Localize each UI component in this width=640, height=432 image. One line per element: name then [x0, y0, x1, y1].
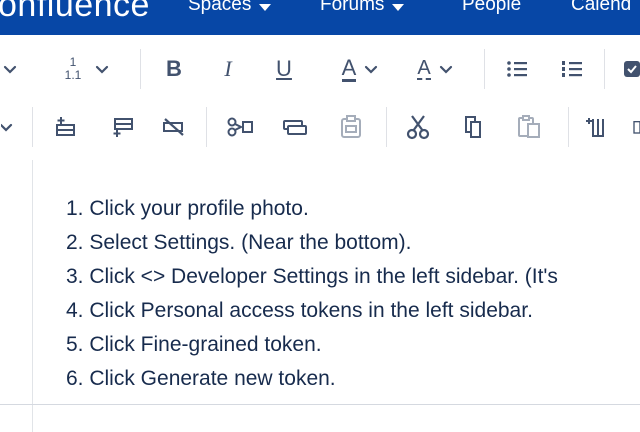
- list-item: 3. Click <> Developer Settings in the le…: [66, 265, 558, 288]
- cut-button[interactable]: [402, 109, 434, 145]
- chevron-down-icon: [259, 3, 272, 11]
- underline-button[interactable]: U: [268, 51, 300, 87]
- copy-icon: [465, 116, 481, 138]
- insert-row-after-button[interactable]: [104, 109, 138, 145]
- bold-icon: B: [166, 56, 182, 81]
- nav-people[interactable]: People: [462, 0, 521, 16]
- line-spacing-dropdown[interactable]: 1 1.1: [52, 51, 122, 87]
- toolbar-divider: [206, 107, 207, 147]
- clear-formatting-dropdown[interactable]: A: [404, 51, 466, 87]
- list-item: 5. Click Fine-grained token.: [66, 333, 322, 356]
- list-item: 6. Click Generate new token.: [66, 367, 336, 390]
- list-item: 2. Select Settings. (Near the bottom).: [66, 231, 412, 254]
- bold-button[interactable]: B: [158, 51, 190, 87]
- numbered-list-icon: [562, 61, 582, 77]
- text-color-icon: A: [341, 54, 357, 82]
- toolbar-divider: [386, 107, 387, 147]
- delete-column-button[interactable]: [582, 109, 614, 145]
- brand-logo-text[interactable]: onfluence: [0, 0, 150, 25]
- line-spacing-icon: 1 1.1: [65, 56, 82, 82]
- toolbar-divider: [604, 49, 605, 89]
- delete-row-button[interactable]: [158, 109, 190, 145]
- table-cell-border: [32, 160, 33, 432]
- list-item: 1. Click your profile photo.: [66, 197, 309, 220]
- more-tools-button[interactable]: [632, 109, 640, 145]
- chevron-down-icon: [392, 3, 405, 11]
- italic-icon: I: [224, 56, 232, 81]
- copy-row-button[interactable]: [278, 109, 312, 145]
- paragraph-style-dropdown[interactable]: [0, 51, 20, 87]
- table-insert-row-after-icon: [113, 118, 133, 137]
- table-insert-row-before-icon: [56, 117, 75, 136]
- editor-content-area[interactable]: 1. Click your profile photo. 2. Select S…: [0, 160, 640, 432]
- toolbar-divider: [140, 49, 141, 89]
- chevron-down-icon: [365, 65, 378, 74]
- clear-formatting-icon: A: [417, 57, 431, 80]
- chevron-down-icon: [3, 65, 17, 74]
- task-list-icon: [624, 61, 640, 77]
- chevron-down-icon: [96, 65, 109, 74]
- table-options-dropdown[interactable]: [0, 109, 14, 145]
- cut-row-button[interactable]: [222, 109, 258, 145]
- instructions-list[interactable]: 1. Click your profile photo. 2. Select S…: [66, 192, 558, 396]
- nav-forums[interactable]: Forums: [320, 0, 405, 16]
- copy-button[interactable]: [458, 109, 488, 145]
- insert-row-before-button[interactable]: [50, 109, 80, 145]
- nav-calendars[interactable]: Calend: [571, 0, 631, 16]
- toolbar-divider: [568, 107, 569, 147]
- underline-icon: U: [276, 56, 292, 81]
- delete-column-icon: [586, 118, 604, 137]
- bullet-list-button[interactable]: [502, 51, 532, 87]
- bullet-list-icon: [507, 61, 527, 77]
- italic-button[interactable]: I: [212, 51, 244, 87]
- paste-row-button[interactable]: [334, 109, 368, 145]
- nav-forums-label: Forums: [320, 0, 385, 15]
- table-row-border: [0, 404, 640, 405]
- nav-people-label: People: [462, 0, 522, 15]
- chevron-down-icon: [1, 123, 13, 132]
- toolbar-divider: [484, 49, 485, 89]
- toolbar-row-table: [0, 101, 640, 153]
- editor-toolbar: 1 1.1 B I U A A: [0, 35, 640, 161]
- table-paste-row-icon: [341, 115, 361, 138]
- paste-icon: [518, 115, 540, 138]
- text-color-dropdown[interactable]: A: [330, 51, 390, 87]
- numbered-list-button[interactable]: [557, 51, 587, 87]
- nav-calendars-label: Calend: [571, 0, 632, 15]
- toolbar-divider: [32, 107, 33, 147]
- list-item: 4. Click Personal access tokens in the l…: [66, 299, 533, 322]
- toolbar-row-formatting: 1 1.1 B I U A A: [0, 43, 640, 95]
- nav-spaces[interactable]: Spaces: [188, 0, 272, 16]
- table-copy-row-icon: [283, 120, 307, 135]
- paste-button[interactable]: [512, 109, 546, 145]
- top-navigation-bar: onfluence Spaces Forums People Calend: [0, 0, 640, 35]
- table-delete-row-icon: [163, 118, 184, 136]
- table-tool-icon: [633, 121, 640, 134]
- task-list-button[interactable]: [622, 51, 640, 87]
- line-spacing-bottom: 1.1: [64, 68, 82, 82]
- cut-icon: [406, 115, 430, 140]
- chevron-down-icon: [439, 65, 452, 74]
- table-cut-row-icon: [227, 117, 253, 137]
- nav-spaces-label: Spaces: [188, 0, 252, 15]
